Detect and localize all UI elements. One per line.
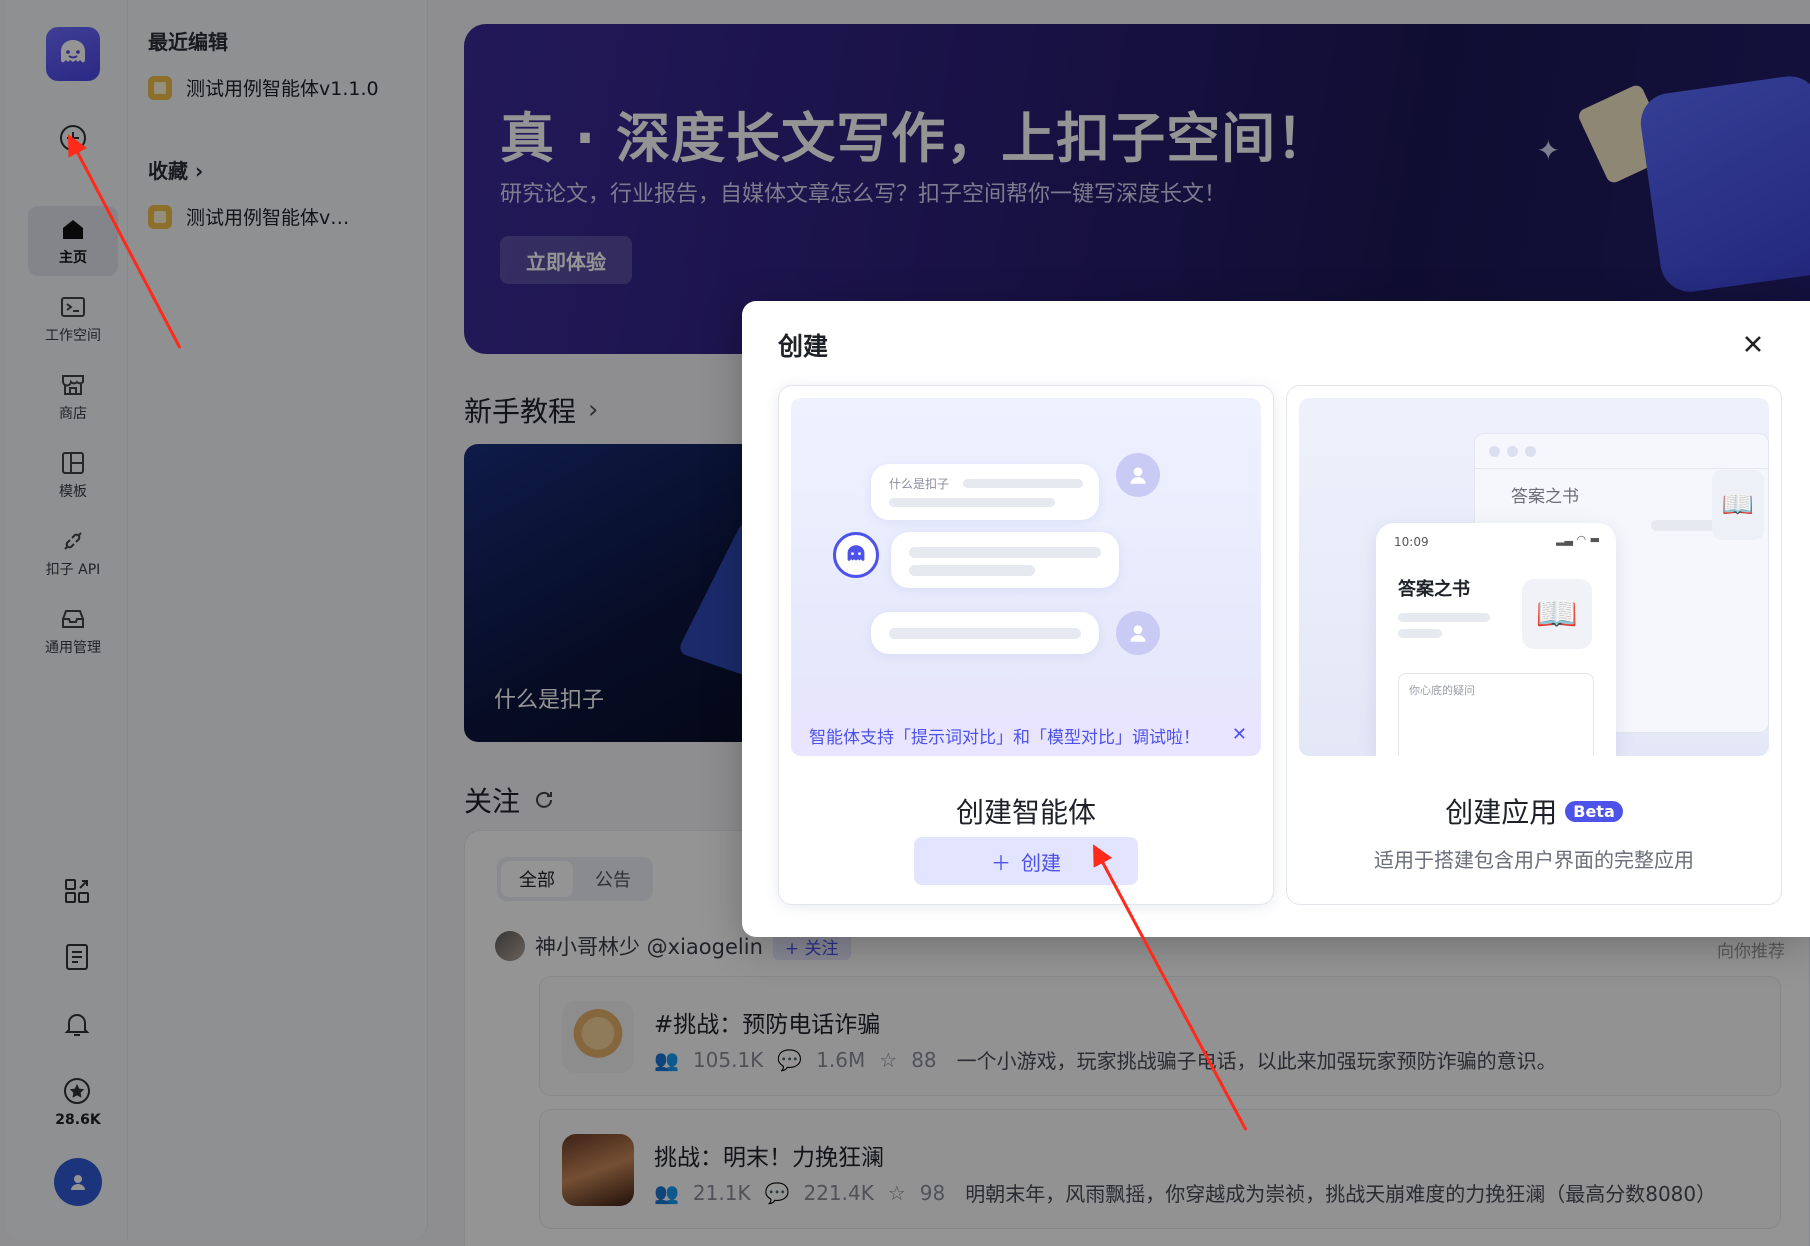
app-title-text: 创建应用 [1445, 796, 1558, 829]
question-bubble: 什么是扣子 [871, 464, 1099, 520]
phone-title: 答案之书 [1398, 579, 1470, 600]
create-app-subtitle: 适用于搭建包含用户界面的完整应用 [1374, 848, 1694, 872]
window-dots [1489, 446, 1536, 457]
close-icon[interactable] [1738, 329, 1768, 359]
phone-mock: 10:09 ▂▃ ◠ ▬ 答案之书 📖 你心底的疑问 [1376, 523, 1616, 756]
agent-title-text: 创建智能体 [955, 796, 1096, 829]
feature-notice: 智能体支持「提示词对比」和「模型对比」调试啦！ ✕ [791, 714, 1261, 756]
beta-badge: Beta [1565, 800, 1623, 822]
agent-preview: 什么是扣子 智能体支持「提示词对比」和「模型对比」调试啦！ ✕ [791, 398, 1261, 756]
bot-avatar-icon [833, 532, 879, 578]
question-bubble [871, 612, 1099, 654]
create-agent-option[interactable]: 什么是扣子 智能体支持「提示词对比」和「模型对比」调试啦！ ✕ 创建智能体 ＋ … [778, 385, 1274, 905]
create-modal: 创建 什么是扣子 智能体支持「提示词对比」和「模型对比」调试啦！ ✕ 创建智能体… [742, 301, 1810, 937]
phone-status-icon: ▂▃ ◠ ▬ [1556, 533, 1600, 546]
question-input: 你心底的疑问 [1398, 673, 1594, 756]
book-icon: 📖 [1712, 470, 1764, 540]
app-preview: 答案之书 📖 10:09 ▂▃ ◠ ▬ 答案之书 📖 你心底的疑问 [1299, 398, 1769, 756]
create-app-title: 创建应用 Beta [1287, 791, 1781, 831]
input-placeholder: 你心底的疑问 [1409, 684, 1475, 697]
answer-bubble [891, 532, 1119, 588]
create-agent-button[interactable]: ＋ 创建 [914, 837, 1138, 885]
create-button-label: 创建 [1021, 850, 1061, 875]
phone-time: 10:09 [1394, 535, 1429, 549]
preview-question: 什么是扣子 [889, 477, 950, 491]
user-avatar-icon [1116, 611, 1160, 655]
create-app-option[interactable]: 答案之书 📖 10:09 ▂▃ ◠ ▬ 答案之书 📖 你心底的疑问 创建应用 B… [1286, 385, 1782, 905]
close-notice-icon[interactable]: ✕ [1232, 724, 1247, 745]
plus-icon: ＋ [991, 850, 1011, 875]
user-avatar-icon [1116, 453, 1160, 497]
modal-title: 创建 [778, 332, 829, 361]
window-title: 答案之书 [1511, 487, 1579, 507]
book-icon: 📖 [1522, 579, 1592, 649]
create-agent-title: 创建智能体 [779, 791, 1273, 831]
notice-text: 智能体支持「提示词对比」和「模型对比」调试啦！ [809, 727, 1200, 748]
